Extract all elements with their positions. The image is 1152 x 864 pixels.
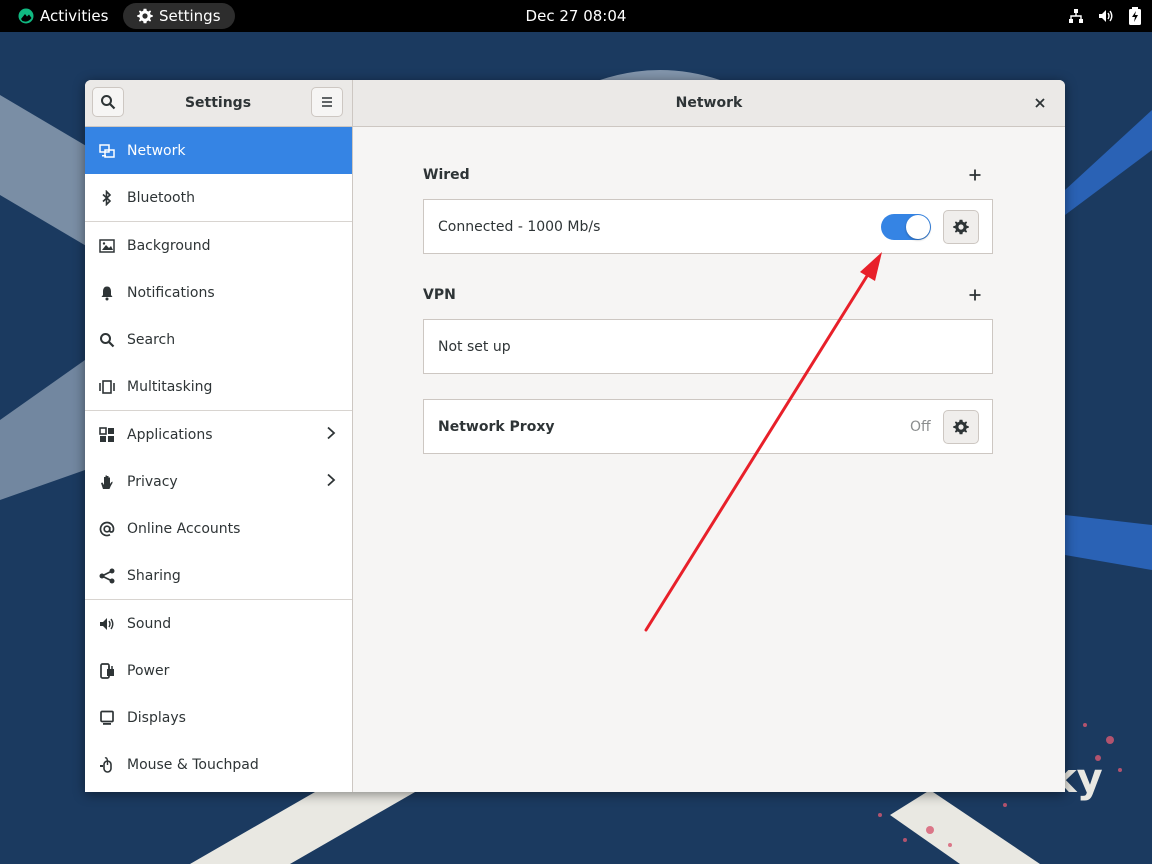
share-icon (99, 568, 115, 584)
sidebar-item-displays[interactable]: Displays (85, 694, 352, 741)
sidebar-title: Settings (184, 95, 252, 111)
close-button[interactable] (1025, 88, 1055, 118)
multitasking-icon (99, 379, 115, 395)
bluetooth-icon (99, 189, 115, 206)
display-icon (99, 710, 115, 726)
search-icon (99, 332, 115, 348)
sidebar-item-label: Mouse & Touchpad (127, 756, 259, 773)
plus-icon (969, 169, 981, 181)
battery-icon (1129, 7, 1141, 25)
mouse-icon (99, 756, 115, 773)
network-icon (99, 143, 115, 159)
sidebar-item-label: Sharing (127, 567, 181, 584)
sidebar-item-notifications[interactable]: Notifications (85, 269, 352, 316)
wired-status: Connected - 1000 Mb/s (438, 218, 601, 235)
primary-menu-button[interactable] (311, 87, 343, 117)
power-icon (99, 662, 115, 679)
sidebar-item-privacy[interactable]: Privacy (85, 458, 352, 505)
wired-network-icon (1069, 9, 1083, 23)
gear-icon (137, 8, 153, 24)
sidebar-item-online-accounts[interactable]: Online Accounts (85, 505, 352, 552)
sidebar-item-label: Network (127, 142, 186, 159)
sidebar-item-search[interactable]: Search (85, 316, 352, 363)
sidebar-item-mouse-touchpad[interactable]: Mouse & Touchpad (85, 741, 352, 788)
volume-icon (1099, 10, 1113, 22)
page-title: Network (675, 95, 743, 111)
applications-icon (99, 426, 115, 443)
sidebar-item-bluetooth[interactable]: Bluetooth (85, 174, 352, 221)
sidebar-item-background[interactable]: Background (85, 222, 352, 269)
clock-label[interactable]: Dec 27 08:04 (526, 7, 627, 25)
search-icon (101, 95, 116, 110)
bell-icon (99, 285, 115, 301)
sidebar-item-label: Displays (127, 709, 186, 726)
add-wired-button[interactable] (963, 163, 987, 187)
sidebar: Network Bluetooth Background Notificatio… (85, 127, 353, 792)
app-menu-label: Settings (159, 7, 221, 25)
top-bar: Activities Settings Dec 27 08:04 (0, 0, 1152, 32)
rocky-logo-icon (18, 8, 34, 24)
activities-button[interactable]: Activities (10, 0, 116, 32)
hand-icon (99, 474, 115, 490)
app-menu-button[interactable]: Settings (123, 3, 235, 29)
sidebar-item-sharing[interactable]: Sharing (85, 552, 352, 599)
chevron-right-icon (326, 473, 336, 491)
plus-icon (969, 289, 981, 301)
sidebar-item-multitasking[interactable]: Multitasking (85, 363, 352, 410)
vpn-row: Not set up (423, 319, 993, 374)
network-panel: Wired Connected - 1000 Mb/s VPN Not set … (353, 127, 1065, 792)
wired-section-title: Wired (423, 167, 470, 183)
toggle-knob (906, 215, 930, 239)
wired-toggle-switch[interactable] (881, 214, 931, 240)
background-icon (99, 238, 115, 254)
close-icon (1035, 98, 1045, 108)
vpn-section-title: VPN (423, 287, 456, 303)
hamburger-menu-icon (322, 97, 332, 107)
sidebar-item-network[interactable]: Network (85, 127, 352, 174)
sidebar-item-label: Multitasking (127, 378, 213, 395)
sidebar-item-label: Notifications (127, 284, 215, 301)
wired-settings-button[interactable] (943, 210, 979, 244)
vpn-status: Not set up (438, 338, 511, 355)
system-tray[interactable] (1068, 0, 1142, 32)
proxy-status: Off (910, 418, 931, 435)
chevron-right-icon (326, 426, 336, 444)
at-icon (99, 521, 115, 537)
settings-window: Settings Network Network Bluetooth Backg… (85, 80, 1065, 792)
activities-label: Activities (40, 7, 109, 25)
sidebar-item-label: Power (127, 662, 170, 679)
header-bar: Settings Network (85, 80, 1065, 127)
proxy-label: Network Proxy (438, 418, 555, 435)
sidebar-item-label: Sound (127, 615, 172, 632)
sidebar-item-label: Online Accounts (127, 520, 241, 537)
sidebar-item-label: Applications (127, 426, 213, 443)
sidebar-header: Settings (85, 80, 353, 126)
add-vpn-button[interactable] (963, 283, 987, 307)
sidebar-item-label: Background (127, 237, 211, 254)
wired-connection-row: Connected - 1000 Mb/s (423, 199, 993, 254)
sidebar-item-label: Search (127, 331, 176, 348)
sidebar-item-sound[interactable]: Sound (85, 600, 352, 647)
network-proxy-row[interactable]: Network Proxy Off (423, 399, 993, 454)
sidebar-item-label: Bluetooth (127, 189, 195, 206)
sidebar-item-applications[interactable]: Applications (85, 411, 352, 458)
proxy-settings-button[interactable] (943, 410, 979, 444)
speaker-icon (99, 616, 115, 632)
gear-icon (953, 419, 969, 435)
search-button[interactable] (92, 87, 124, 117)
gear-icon (953, 219, 969, 235)
sidebar-item-power[interactable]: Power (85, 647, 352, 694)
sidebar-item-label: Privacy (127, 473, 178, 490)
